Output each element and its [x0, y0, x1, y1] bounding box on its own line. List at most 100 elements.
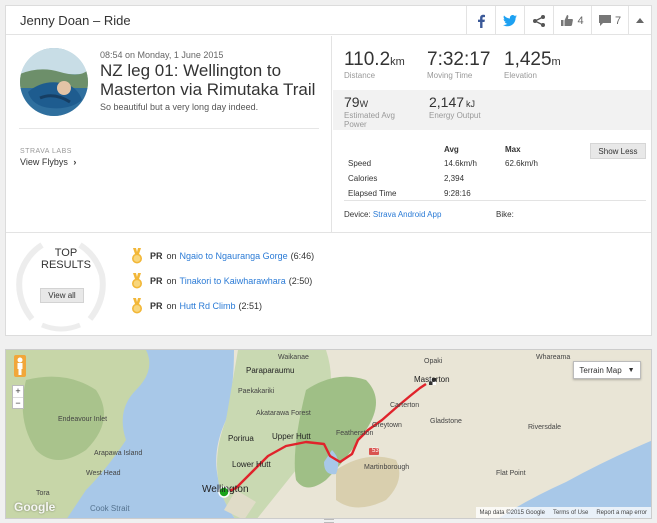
elevation-label: Elevation	[504, 71, 537, 80]
power-label: Estimated Avg Power	[344, 111, 395, 129]
map-place: Paekakariki	[238, 388, 275, 395]
collapse-button[interactable]	[628, 6, 651, 35]
map-place: Arapawa Island	[94, 450, 143, 457]
kudos-count: 4	[577, 14, 584, 27]
activity-timestamp: 08:54 on Monday, 1 June 2015	[100, 50, 224, 60]
map-place: Martinborough	[364, 464, 410, 471]
elevation-value: 1,425	[504, 49, 552, 70]
top-results-heading: TOP RESULTS	[36, 247, 96, 271]
secondary-stats: 79W Estimated Avg Power 2,147 kJ Energy O…	[333, 90, 651, 130]
avatar[interactable]	[20, 48, 88, 116]
result-item: PR on Tinakori to Kaiwharawhara (2:50)	[131, 273, 312, 289]
power-stat: 79W	[344, 94, 368, 110]
max-column-header: Max	[505, 145, 521, 154]
map-place: Akatarawa Forest	[256, 410, 311, 417]
map-type-dropdown[interactable]: Terrain Map ▼	[573, 361, 641, 379]
view-all-button[interactable]: View all	[40, 288, 84, 303]
pr-prefix: on	[166, 301, 177, 311]
top-results-line1: TOP	[54, 247, 78, 259]
map-place: Porirua	[228, 434, 254, 443]
share-button[interactable]	[524, 6, 553, 35]
terms-link[interactable]: Terms of Use	[549, 510, 592, 516]
pr-badge: PR	[150, 276, 163, 286]
map-place: Waikanae	[278, 354, 309, 361]
activity-card: Jenny Doan – Ride 4 7 08:54 on Monday, 1…	[5, 5, 652, 336]
map-attribution: Map data ©2015 Google Terms of Use Repor…	[475, 507, 651, 518]
comments-button[interactable]: 7	[591, 6, 628, 35]
top-results: TOP RESULTS View all PR on Ngaio to Ngau…	[6, 232, 651, 336]
energy-value: 2,147	[429, 94, 465, 110]
pr-prefix: on	[166, 276, 177, 286]
map-place: West Head	[86, 470, 121, 477]
bike-label: Bike:	[496, 210, 514, 219]
result-item: PR on Ngaio to Ngauranga Gorge (6:46)	[131, 248, 314, 264]
map-place: Opaki	[424, 358, 443, 365]
moving-time-stat: 7:32:17	[427, 49, 490, 71]
activity-header-title: Jenny Doan – Ride	[20, 13, 131, 28]
facebook-share-button[interactable]	[466, 6, 495, 35]
route-line	[218, 378, 436, 498]
share-icon	[533, 14, 545, 27]
device-info: Device: Strava Android App Bike:	[344, 200, 646, 219]
energy-label: Energy Output	[429, 111, 481, 120]
distance-unit: km	[390, 56, 405, 68]
map-place: Gladstone	[430, 418, 462, 425]
map-place: Cook Strait	[90, 504, 130, 513]
comment-icon	[598, 15, 611, 26]
elapsed-time-avg: 9:28:16	[444, 189, 471, 198]
map-place: Endeavour Inlet	[58, 416, 108, 423]
pr-medal-icon	[132, 298, 142, 314]
twitter-icon	[503, 14, 517, 26]
view-flybys-label: View Flybys	[20, 157, 68, 167]
street-view-pegman-icon[interactable]	[14, 355, 26, 377]
pr-prefix: on	[166, 251, 177, 261]
elevation-stat: 1,425m	[504, 49, 561, 71]
segment-link[interactable]: Tinakori to Kaiwharawhara	[180, 276, 286, 286]
speed-label: Speed	[348, 159, 372, 168]
map-place: Tora	[36, 490, 50, 497]
device-link[interactable]: Strava Android App	[373, 210, 442, 219]
result-item: PR on Hutt Rd Climb (2:51)	[131, 298, 262, 314]
pr-badge: PR	[150, 251, 163, 261]
thumbs-up-icon	[561, 15, 574, 26]
segment-link[interactable]: Hutt Rd Climb	[180, 301, 236, 311]
twitter-share-button[interactable]	[495, 6, 524, 35]
map-type-label: Terrain Map	[579, 365, 622, 375]
activity-title: NZ leg 01: Wellington to Masterton via R…	[100, 61, 316, 99]
report-error-link[interactable]: Report a map error	[592, 510, 651, 516]
device-label: Device:	[344, 210, 371, 219]
google-logo: Google	[14, 500, 56, 514]
caret-down-icon: ▼	[627, 366, 635, 374]
zoom-out-button[interactable]: −	[13, 398, 23, 409]
kudos-button[interactable]: 4	[553, 6, 591, 35]
moving-time-label: Moving Time	[427, 71, 473, 80]
activity-stats: 110.2km Distance 7:32:17 Moving Time 1,4…	[333, 36, 651, 232]
map-resize-handle[interactable]	[324, 519, 334, 523]
show-less-button[interactable]: Show Less	[590, 143, 646, 159]
segment-time: (6:46)	[290, 251, 315, 261]
map-place: Paraparaumu	[246, 366, 295, 375]
avg-column-header: Avg	[444, 145, 459, 154]
zoom-control: + −	[12, 385, 24, 409]
map-place: Featherston	[336, 430, 374, 437]
pr-medal-icon	[132, 248, 142, 264]
speed-max: 62.6km/h	[505, 159, 538, 168]
caret-up-icon	[636, 18, 644, 23]
segment-time: (2:51)	[238, 301, 263, 311]
view-flybys-link[interactable]: View Flybys ›	[20, 157, 76, 167]
speed-avg: 14.6km/h	[444, 159, 477, 168]
comments-count: 7	[614, 14, 622, 27]
zoom-in-button[interactable]: +	[13, 386, 23, 398]
avatar-image	[20, 48, 88, 116]
segment-time: (2:50)	[288, 276, 313, 286]
route-map[interactable]: 53 Waikanae Paraparaumu Paekakariki Akat…	[5, 349, 652, 519]
calories-label: Calories	[348, 174, 378, 183]
map-place: Masterton	[414, 375, 450, 384]
activity-description: So beautiful but a very long day indeed.	[100, 102, 259, 112]
calories-avg: 2,394	[444, 174, 465, 183]
pr-medal-icon	[132, 273, 142, 289]
top-results-line2: RESULTS	[41, 259, 91, 271]
energy-stat: 2,147 kJ	[429, 94, 475, 110]
segment-link[interactable]: Ngaio to Ngauranga Gorge	[180, 251, 288, 261]
chevron-right-icon: ›	[73, 157, 77, 167]
